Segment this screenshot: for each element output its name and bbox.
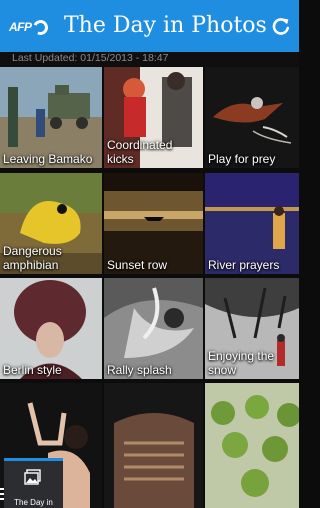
photo-tile[interactable]: Coordinated kicks bbox=[104, 67, 203, 168]
photo-tile[interactable]: Enjoying the snow bbox=[205, 278, 299, 379]
afp-logo-text: AFP bbox=[9, 20, 32, 34]
photo-tile[interactable] bbox=[205, 383, 299, 508]
tab-label: The Day in bbox=[14, 498, 53, 507]
photo-caption: Sunset row bbox=[107, 258, 168, 272]
photo-grid: Leaving Bamako Coordinated kicks Play fo… bbox=[0, 67, 299, 508]
photo-tile[interactable] bbox=[104, 383, 203, 508]
photo-caption: Leaving Bamako bbox=[3, 152, 93, 166]
photo-caption: Enjoying the snow bbox=[208, 349, 275, 377]
photos-icon bbox=[24, 469, 41, 485]
photo-tile[interactable]: Play for prey bbox=[205, 67, 299, 168]
photo-tile[interactable]: Leaving Bamako bbox=[0, 67, 102, 168]
photo-thumbnail bbox=[205, 383, 299, 508]
photo-caption: Rally splash bbox=[107, 363, 172, 377]
refresh-button[interactable] bbox=[267, 12, 295, 40]
afp-logo: AFP bbox=[9, 17, 50, 37]
photo-caption: Dangerous amphibian bbox=[3, 244, 62, 272]
photo-tile[interactable]: Dangerous amphibian bbox=[0, 173, 102, 274]
photo-tile[interactable]: River prayers bbox=[205, 173, 299, 274]
refresh-icon bbox=[272, 18, 290, 35]
page-title: The Day in Photos bbox=[64, 13, 267, 38]
app-header: AFP The Day in Photos bbox=[0, 0, 299, 52]
photo-caption: River prayers bbox=[208, 258, 280, 272]
last-updated-text: Last Updated: 01/15/2013 - 18:47 bbox=[0, 52, 299, 66]
photo-tile[interactable]: Sunset row bbox=[104, 173, 203, 274]
menu-icon[interactable] bbox=[0, 488, 6, 502]
afp-logo-mark bbox=[30, 17, 50, 37]
photo-tile[interactable]: Rally splash bbox=[104, 278, 203, 379]
photo-tile[interactable]: Berlin style bbox=[0, 278, 102, 379]
photo-thumbnail bbox=[104, 383, 203, 508]
photo-caption: Coordinated kicks bbox=[107, 138, 173, 166]
tab-day-in-photos[interactable]: The Day in bbox=[4, 458, 63, 508]
photo-caption: Berlin style bbox=[3, 363, 62, 377]
photo-caption: Play for prey bbox=[208, 152, 276, 166]
